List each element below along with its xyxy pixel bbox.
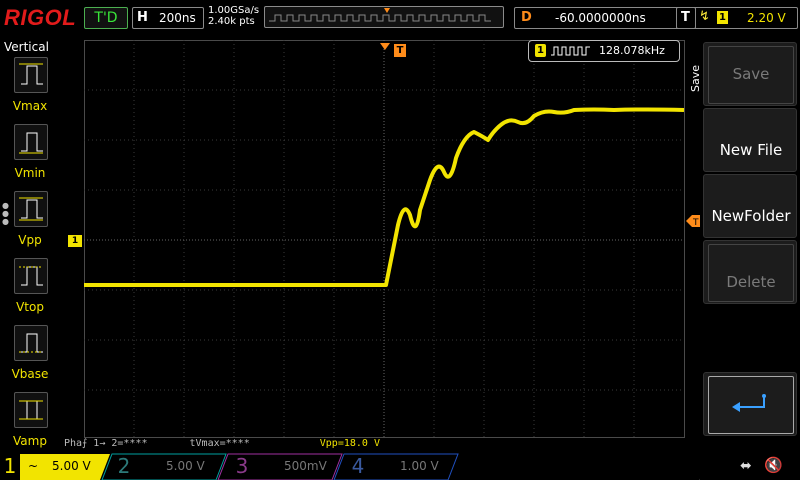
delete-softkey[interactable]: Delete bbox=[703, 240, 797, 304]
channel-3-scale[interactable]: 500mV bbox=[284, 454, 327, 478]
channel-1-coupling: ~ bbox=[28, 459, 39, 473]
vmax-measure-button[interactable] bbox=[14, 57, 48, 93]
return-arrow-icon bbox=[732, 394, 766, 412]
save-menu-tab: Save bbox=[689, 64, 702, 92]
save-softkey-label: Save bbox=[732, 65, 770, 83]
vpp-icon bbox=[19, 197, 43, 221]
vpp-label: Vpp bbox=[18, 233, 42, 247]
memory-position-bar[interactable] bbox=[264, 6, 504, 28]
save-softkey[interactable]: Save bbox=[703, 42, 797, 106]
channel-2-number[interactable]: 2 bbox=[114, 452, 134, 480]
trigger-level-value: 2.20 V bbox=[747, 11, 786, 25]
new-file-softkey[interactable]: New File bbox=[703, 108, 797, 172]
horizontal-scale-value: 200ns bbox=[159, 11, 196, 25]
tvmax-measurement: tVmax=**** bbox=[189, 438, 250, 449]
run-state-badge[interactable]: T'D bbox=[84, 7, 128, 29]
counter-value: 128.078kHz bbox=[599, 44, 665, 57]
vtop-icon bbox=[19, 266, 43, 286]
frequency-counter[interactable]: 1 128.078kHz bbox=[528, 40, 680, 62]
vbase-icon bbox=[19, 333, 43, 353]
counter-channel-badge: 1 bbox=[535, 44, 546, 57]
vpp-measure-button[interactable] bbox=[14, 191, 48, 227]
memory-depth: 2.40k pts bbox=[208, 16, 255, 27]
vamp-label: Vamp bbox=[13, 434, 47, 448]
vmin-label: Vmin bbox=[14, 166, 46, 180]
waveform-display[interactable] bbox=[84, 40, 686, 438]
square-wave-icon bbox=[551, 46, 590, 56]
down-arrow-icon bbox=[380, 43, 390, 50]
phase-measurement: Pha⨍ 1→ 2=**** bbox=[64, 438, 148, 449]
vmin-icon bbox=[19, 132, 43, 154]
vtop-label: Vtop bbox=[16, 300, 44, 314]
vmax-icon bbox=[19, 63, 43, 85]
softkey-menu: Save New File NewFolder Delete bbox=[703, 40, 800, 440]
delay-box[interactable]: D -60.0000000ns bbox=[514, 7, 696, 29]
svg-text:T: T bbox=[692, 218, 699, 227]
vbase-label: Vbase bbox=[11, 367, 49, 381]
new-folder-softkey[interactable]: NewFolder bbox=[703, 174, 797, 238]
vpp-measurement: Vpp=18.0 V bbox=[319, 438, 380, 449]
trigger-position-label: T bbox=[394, 44, 406, 57]
channel-1-scale[interactable]: 5.00 V bbox=[52, 454, 91, 478]
vamp-measure-button[interactable] bbox=[14, 392, 48, 428]
delete-softkey-label: Delete bbox=[726, 273, 776, 291]
brand-logo: RIGOL bbox=[4, 5, 77, 30]
vtop-measure-button[interactable] bbox=[14, 258, 48, 294]
horizontal-scale-box[interactable]: H 200ns bbox=[132, 7, 204, 29]
channel-2-scale[interactable]: 5.00 V bbox=[166, 454, 205, 478]
trigger-key: T bbox=[681, 10, 690, 25]
measurement-results: Pha⨍ 1→ 2=**** tVmax=**** Vpp=18.0 V bbox=[64, 438, 380, 449]
channel-1-number[interactable]: 1 bbox=[0, 452, 20, 480]
vbase-measure-button[interactable] bbox=[14, 325, 48, 361]
trigger-box[interactable]: T ↯ 1 2.20 V bbox=[676, 7, 798, 29]
measure-menu-title: Vertical bbox=[4, 40, 49, 54]
new-folder-softkey-label: NewFolder bbox=[711, 207, 791, 225]
left-arrow-icon: T bbox=[686, 215, 700, 228]
new-file-softkey-label: New File bbox=[719, 141, 783, 159]
channel-1-ground-marker[interactable]: 1 bbox=[68, 235, 82, 247]
delay-value: -60.0000000ns bbox=[555, 11, 646, 25]
usb-icon: ⬌ bbox=[740, 458, 752, 474]
return-softkey[interactable] bbox=[703, 372, 797, 436]
horizontal-key: H bbox=[137, 10, 148, 25]
vmax-label: Vmax bbox=[12, 99, 48, 113]
channel-4-number[interactable]: 4 bbox=[348, 452, 368, 480]
trigger-channel-badge: 1 bbox=[717, 11, 728, 24]
vamp-icon bbox=[19, 400, 43, 420]
memory-waveform-icon bbox=[269, 8, 491, 22]
rising-edge-icon: ↯ bbox=[699, 9, 710, 24]
sample-rate: 1.00GSa/s bbox=[208, 5, 260, 16]
delay-key: D bbox=[521, 10, 532, 25]
trigger-position-arrow[interactable] bbox=[380, 36, 390, 50]
channel-4-scale[interactable]: 1.00 V bbox=[400, 454, 439, 478]
channel-3-number[interactable]: 3 bbox=[232, 452, 252, 480]
speaker-muted-icon[interactable]: 🔇 bbox=[764, 456, 783, 474]
acquisition-info: 1.00GSa/s 2.40k pts bbox=[208, 5, 259, 27]
vmin-measure-button[interactable] bbox=[14, 124, 48, 160]
trigger-level-marker[interactable]: T bbox=[686, 212, 700, 228]
page-indicator-dots: ● ● ● bbox=[2, 201, 9, 226]
